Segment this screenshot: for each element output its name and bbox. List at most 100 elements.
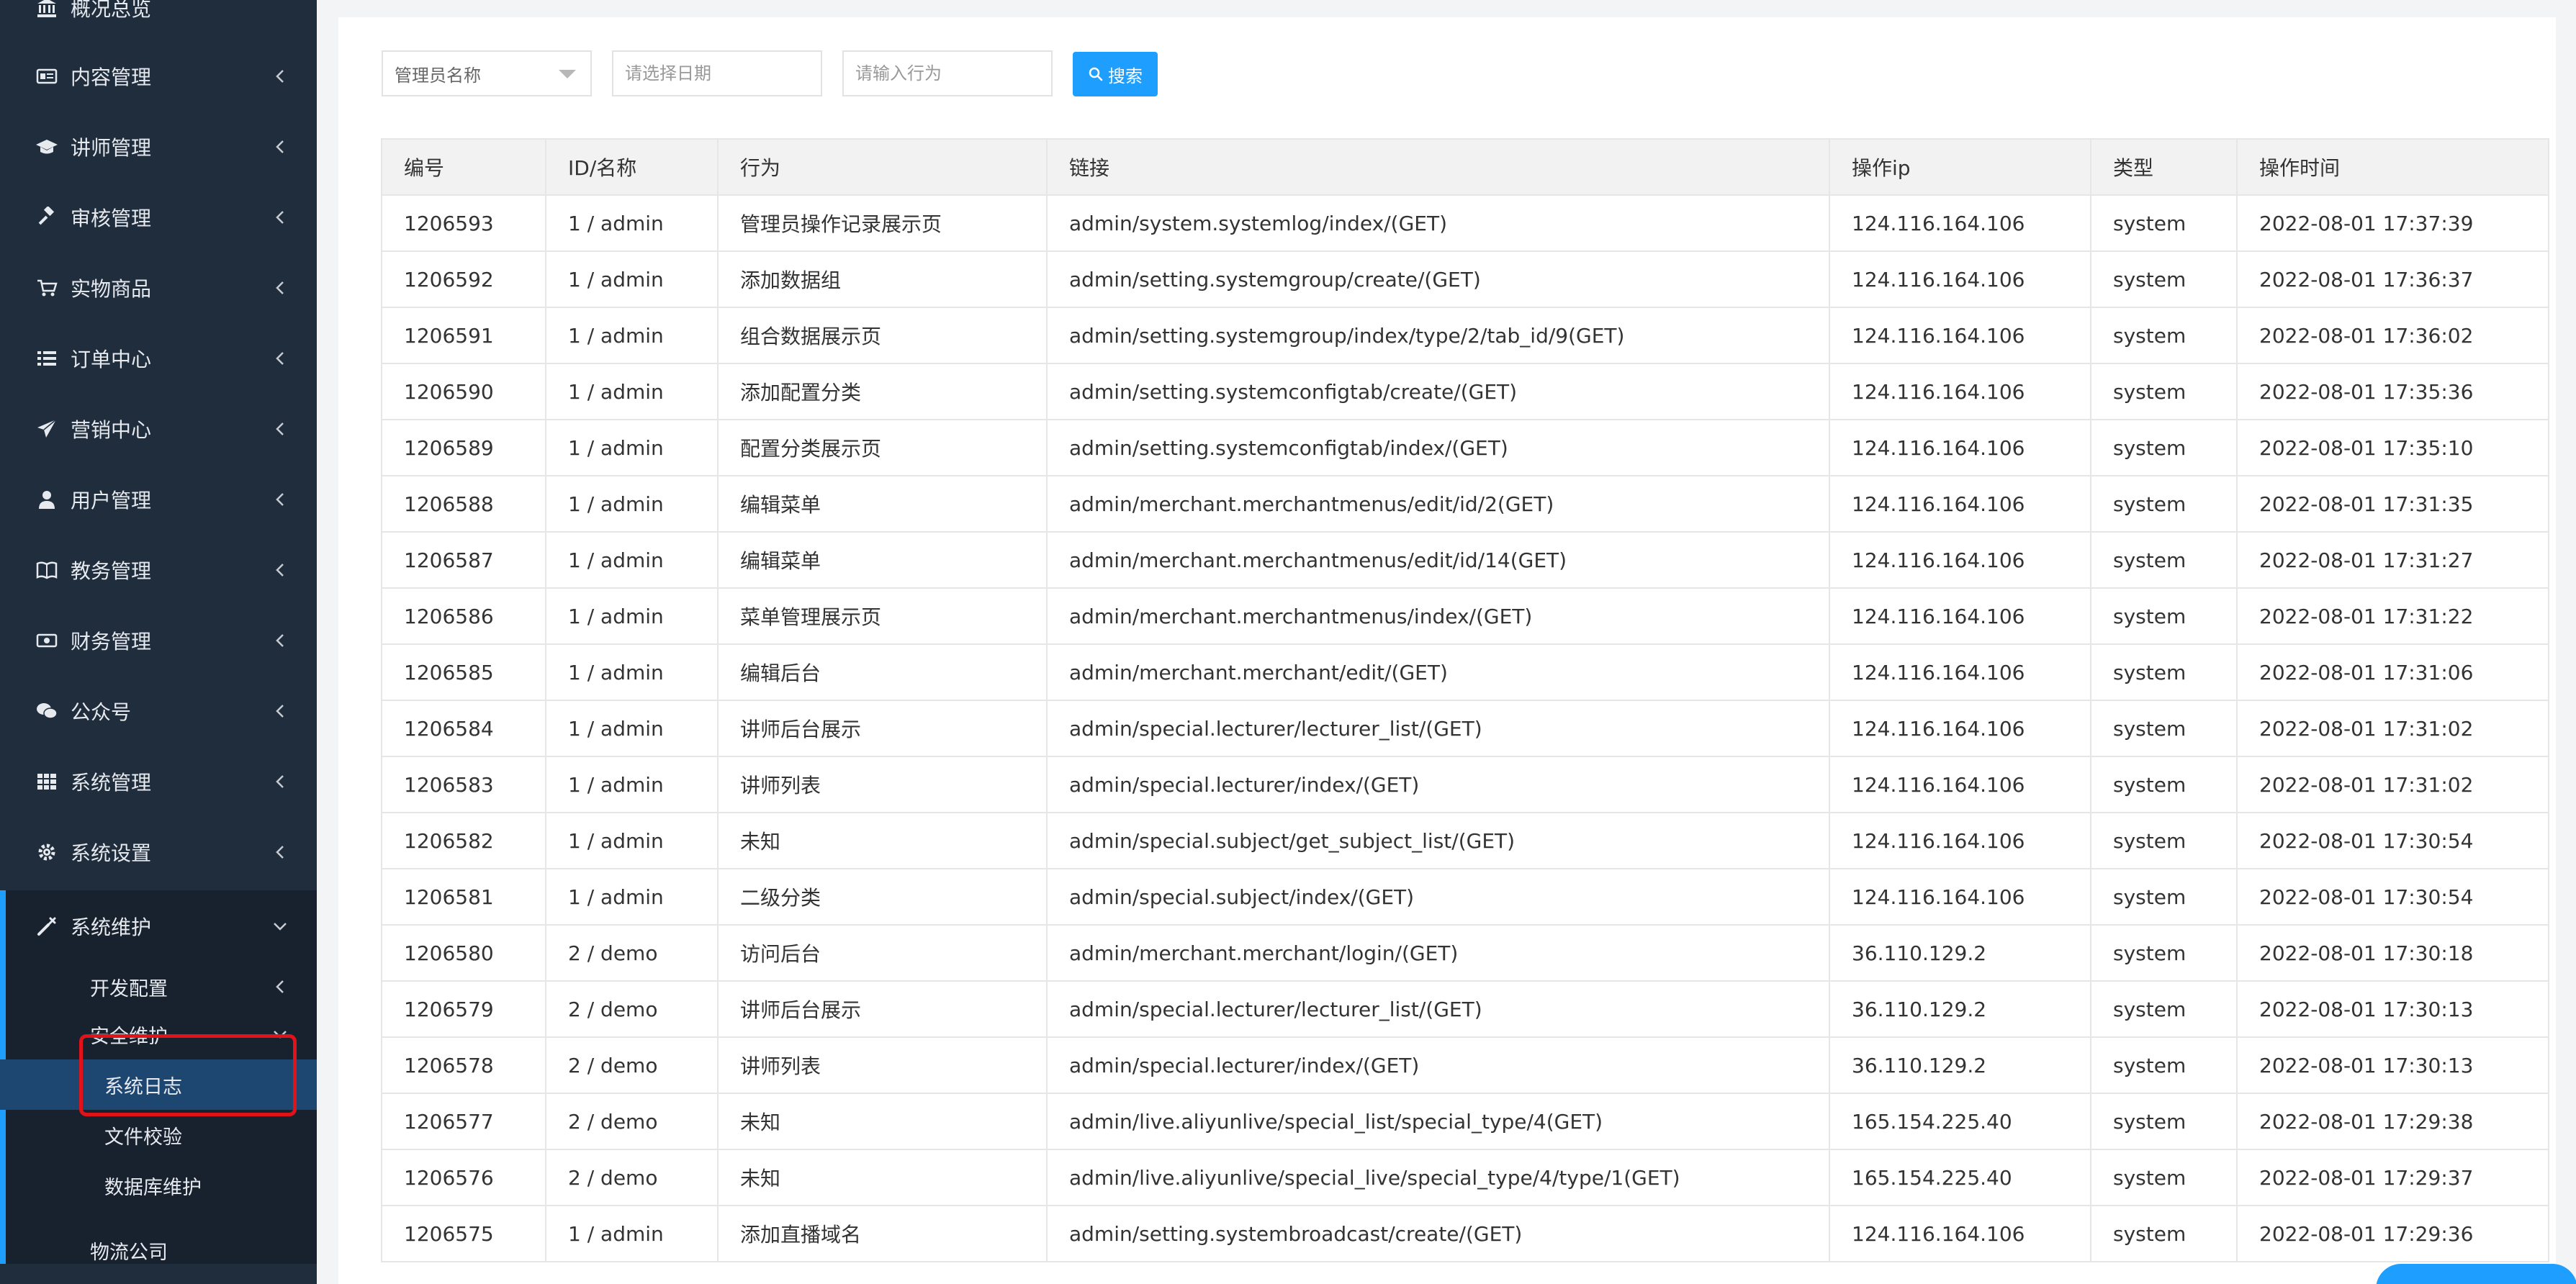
cell-id: 1206582 — [381, 812, 546, 869]
sidebar-item-finance[interactable]: 财务管理 — [0, 608, 317, 673]
sidebar-item-goods[interactable]: 实物商品 — [0, 256, 317, 320]
table-row[interactable]: 1206587 1 / admin 编辑菜单 admin/merchant.merch… — [381, 531, 2549, 589]
floating-action-button[interactable] — [2376, 1264, 2576, 1284]
sidebar-item-orders[interactable]: 订单中心 — [0, 326, 317, 391]
table-row[interactable]: 1206585 1 / admin 编辑后台 admin/merchant.merch… — [381, 643, 2549, 701]
table-row[interactable]: 1206593 1 / admin 管理员操作记录展示页 admin/system.s… — [381, 194, 2549, 252]
column-header-action[interactable]: 行为 — [717, 138, 1048, 196]
search-button-label: 搜索 — [1108, 65, 1143, 86]
app-window: 概况总览 内容管理 讲师管理 审核管理 实物商品 订单中心 营销中心 用户管理 … — [0, 0, 2576, 1284]
chevron-left-icon — [271, 137, 289, 156]
cell-ip: 124.116.164.106 — [1829, 1205, 2091, 1262]
chevron-left-icon — [271, 67, 289, 86]
sidebar-item-db-maintain[interactable]: 数据库维护 — [0, 1160, 317, 1211]
table-row[interactable]: 1206590 1 / admin 添加配置分类 admin/setting.syst… — [381, 363, 2549, 420]
cell-time: 2022-08-01 17:31:27 — [2236, 531, 2549, 589]
sidebar-item-logistics[interactable]: 物流公司 — [0, 1225, 317, 1275]
table-row[interactable]: 1206584 1 / admin 讲师后台展示 admin/special.lect… — [381, 700, 2549, 757]
admin-name-select[interactable]: 管理员名称 — [382, 50, 592, 96]
cell-time: 2022-08-01 17:30:54 — [2236, 868, 2549, 926]
table-row[interactable]: 1206589 1 / admin 配置分类展示页 admin/setting.sys… — [381, 419, 2549, 476]
chevron-left-icon — [271, 561, 289, 579]
caret-down-icon — [559, 70, 576, 78]
search-button[interactable]: 搜索 — [1073, 52, 1158, 96]
cell-action: 菜单管理展示页 — [717, 587, 1048, 645]
cell-ip: 165.154.225.40 — [1829, 1149, 2091, 1206]
table-row[interactable]: 1206592 1 / admin 添加数据组 admin/setting.syste… — [381, 250, 2549, 308]
cell-user: 1 / admin — [545, 1205, 719, 1262]
cell-user: 2 / demo — [545, 924, 719, 982]
sidebar-item-system-maintain[interactable]: 系统维护 — [0, 890, 317, 962]
cell-ip: 124.116.164.106 — [1829, 700, 2091, 757]
table-row[interactable]: 1206586 1 / admin 菜单管理展示页 admin/merchant.me… — [381, 587, 2549, 645]
cell-type: system — [2090, 587, 2238, 645]
cell-link: admin/setting.systemconfigtab/index/(GET… — [1046, 419, 1830, 476]
cell-action: 讲师后台展示 — [717, 700, 1048, 757]
column-header-link[interactable]: 链接 — [1046, 138, 1830, 196]
column-header-time[interactable]: 操作时间 — [2236, 138, 2549, 196]
column-header-id[interactable]: 编号 — [381, 138, 546, 196]
table-row[interactable]: 1206579 2 / demo 讲师后台展示 admin/special.lectu… — [381, 980, 2549, 1038]
cell-time: 2022-08-01 17:29:36 — [2236, 1205, 2549, 1262]
cell-type: system — [2090, 1036, 2238, 1094]
cell-link: admin/live.aliyunlive/special_live/speci… — [1046, 1149, 1830, 1206]
cell-link: admin/merchant.merchantmenus/edit/id/14(… — [1046, 531, 1830, 589]
cell-id: 1206583 — [381, 756, 546, 813]
sidebar-item-system-settings[interactable]: 系统设置 — [0, 820, 317, 885]
sidebar-item-marketing[interactable]: 营销中心 — [0, 397, 317, 461]
bank-icon — [35, 0, 59, 20]
column-header-user[interactable]: ID/名称 — [545, 138, 719, 196]
sidebar-item-label: 审核管理 — [71, 207, 152, 230]
cell-ip: 124.116.164.106 — [1829, 307, 2091, 364]
sidebar-item-content[interactable]: 内容管理 — [0, 44, 317, 109]
list-icon — [35, 346, 59, 371]
sidebar-item-label: 开发配置 — [90, 977, 168, 1000]
table-row[interactable]: 1206576 2 / demo 未知 admin/live.aliyunlive/s… — [381, 1149, 2549, 1206]
cell-ip: 36.110.129.2 — [1829, 980, 2091, 1038]
table-row[interactable]: 1206581 1 / admin 二级分类 admin/special.subjec… — [381, 868, 2549, 926]
cell-link: admin/setting.systemgroup/index/type/2/t… — [1046, 307, 1830, 364]
sidebar-item-system-manage[interactable]: 系统管理 — [0, 749, 317, 814]
sidebar-item-file-check[interactable]: 文件校验 — [0, 1110, 317, 1160]
graduation-cap-icon — [35, 135, 59, 159]
column-header-type[interactable]: 类型 — [2090, 138, 2238, 196]
cell-time: 2022-08-01 17:31:35 — [2236, 475, 2549, 533]
cell-type: system — [2090, 980, 2238, 1038]
cell-link: admin/special.lecturer/lecturer_list/(GE… — [1046, 980, 1830, 1038]
table-row[interactable]: 1206582 1 / admin 未知 admin/special.subject/… — [381, 812, 2549, 869]
log-panel: 管理员名称 搜索 — [338, 17, 2556, 1284]
cell-link: admin/live.aliyunlive/special_list/speci… — [1046, 1093, 1830, 1150]
book-icon — [35, 558, 59, 582]
cell-link: admin/setting.systembroadcast/create/(GE… — [1046, 1205, 1830, 1262]
cell-link: admin/special.lecturer/index/(GET) — [1046, 756, 1830, 813]
sidebar-item-academic[interactable]: 教务管理 — [0, 538, 317, 602]
sidebar-item-security[interactable]: 安全维护 — [0, 1009, 317, 1059]
cell-ip: 124.116.164.106 — [1829, 587, 2091, 645]
table-row[interactable]: 1206575 1 / admin 添加直播域名 admin/setting.syst… — [381, 1205, 2549, 1262]
cell-id: 1206580 — [381, 924, 546, 982]
sidebar-item-wechat[interactable]: 公众号 — [0, 679, 317, 743]
action-search-input[interactable] — [842, 50, 1053, 96]
table-row[interactable]: 1206591 1 / admin 组合数据展示页 admin/setting.sys… — [381, 307, 2549, 364]
sidebar-item-audit[interactable]: 审核管理 — [0, 185, 317, 250]
cell-ip: 124.116.164.106 — [1829, 756, 2091, 813]
cell-type: system — [2090, 700, 2238, 757]
cell-link: admin/special.lecturer/lecturer_list/(GE… — [1046, 700, 1830, 757]
date-picker-input[interactable] — [612, 50, 822, 96]
chevron-down-icon — [271, 1025, 289, 1044]
table-row[interactable]: 1206588 1 / admin 编辑菜单 admin/merchant.merch… — [381, 475, 2549, 533]
cart-icon — [35, 276, 59, 300]
cell-time: 2022-08-01 17:29:38 — [2236, 1093, 2549, 1150]
sidebar-item-users[interactable]: 用户管理 — [0, 467, 317, 532]
sidebar-item-lecturer[interactable]: 讲师管理 — [0, 114, 317, 179]
sidebar-item-dev-config[interactable]: 开发配置 — [0, 962, 317, 1012]
cell-type: system — [2090, 1093, 2238, 1150]
table-row[interactable]: 1206578 2 / demo 讲师列表 admin/special.lecture… — [381, 1036, 2549, 1094]
table-row[interactable]: 1206583 1 / admin 讲师列表 admin/special.lectur… — [381, 756, 2549, 813]
cell-id: 1206591 — [381, 307, 546, 364]
table-row[interactable]: 1206577 2 / demo 未知 admin/live.aliyunlive/s… — [381, 1093, 2549, 1150]
sidebar-item-overview[interactable]: 概况总览 — [0, 0, 317, 40]
column-header-ip[interactable]: 操作ip — [1829, 138, 2091, 196]
table-row[interactable]: 1206580 2 / demo 访问后台 admin/merchant.mercha… — [381, 924, 2549, 982]
sidebar-item-system-log[interactable]: 系统日志 — [0, 1059, 317, 1110]
